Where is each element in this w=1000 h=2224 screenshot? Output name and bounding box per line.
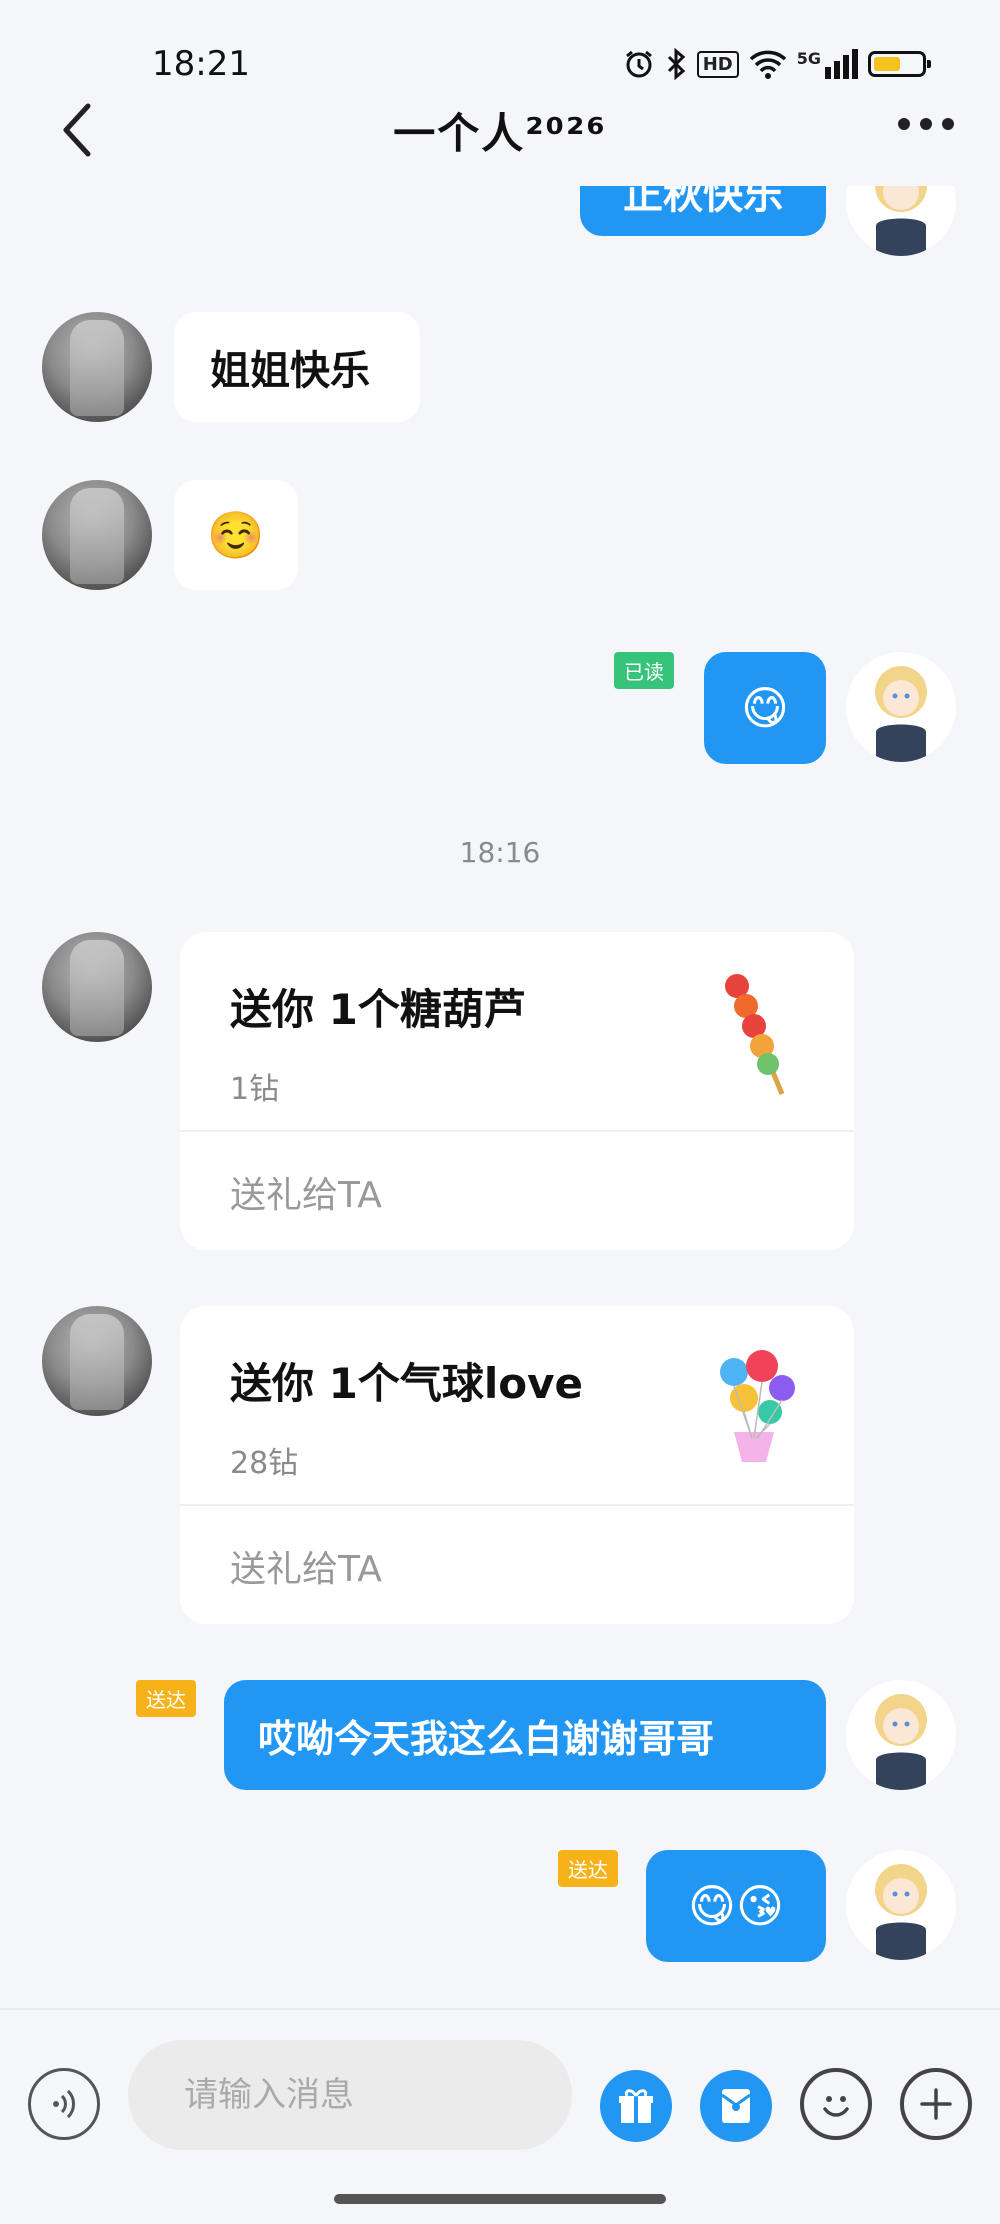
signal-5g-icon: 5G: [797, 49, 858, 79]
message-emoji: 😋: [741, 681, 789, 735]
contact-avatar[interactable]: [42, 932, 152, 1042]
gift-title: 送你 1个糖葫芦: [230, 985, 526, 1034]
delivered-status-badge: 送达: [558, 1850, 618, 1887]
contact-avatar[interactable]: [42, 312, 152, 422]
gift-price: 28钻: [230, 1446, 299, 1481]
my-avatar[interactable]: [846, 186, 956, 256]
status-time: 18:21: [152, 44, 250, 84]
voice-icon: [53, 2089, 75, 2119]
wifi-icon: [749, 50, 786, 79]
alarm-icon: [625, 50, 652, 78]
message-bubble-incoming[interactable]: 姐姐快乐: [174, 312, 420, 422]
read-status-badge: 已读: [614, 652, 674, 689]
my-avatar[interactable]: [846, 652, 956, 762]
emoji-button[interactable]: [800, 2068, 872, 2140]
input-bar: [0, 2008, 1000, 2224]
gift-price: 1钻: [230, 1072, 280, 1107]
gift-icon: [619, 2089, 653, 2123]
message-bubble-outgoing[interactable]: 哎呦今天我这么白谢谢哥哥: [224, 1680, 826, 1790]
gift-card[interactable]: 送你 1个气球love 28钻 送礼给TA: [180, 1306, 854, 1624]
my-avatar[interactable]: [846, 1850, 956, 1960]
message-bubble-outgoing[interactable]: 😋: [704, 652, 826, 764]
message-list[interactable]: 正秋快乐 姐姐快乐 ☺️ 已读 😋 18:16 送你 1个糖葫芦 1钻 送礼给T…: [0, 186, 1000, 2008]
contact-avatar[interactable]: [42, 1306, 152, 1416]
gift-title: 送你 1个气球love: [230, 1359, 583, 1408]
message-text: 正秋快乐: [623, 186, 783, 218]
red-packet-button[interactable]: [700, 2070, 772, 2142]
send-gift-button[interactable]: 送礼给TA: [230, 1166, 382, 1218]
message-text: 哎呦今天我这么白谢谢哥哥: [258, 1716, 715, 1761]
candied-haws-icon: [725, 974, 785, 1095]
gift-divider: [180, 1130, 854, 1132]
emoji-icon: [823, 2096, 849, 2117]
message-text: 姐姐快乐: [210, 348, 370, 394]
battery-icon: [868, 51, 931, 77]
gift-divider: [180, 1504, 854, 1506]
voice-button[interactable]: [28, 2068, 100, 2140]
more-actions-button[interactable]: [900, 2068, 972, 2140]
gift-card[interactable]: 送你 1个糖葫芦 1钻 送礼给TA: [180, 932, 854, 1250]
delivered-status-badge: 送达: [136, 1680, 196, 1717]
message-emoji: 😋😘: [688, 1879, 784, 1933]
message-emoji: ☺️: [207, 507, 265, 562]
plus-icon: [920, 2088, 952, 2120]
contact-avatar[interactable]: [42, 480, 152, 590]
status-bar: 18:21 HD 5G: [0, 0, 1000, 100]
status-icons: HD 5G: [623, 44, 931, 84]
hd-icon: HD: [696, 50, 739, 78]
balloon-love-icon: [720, 1350, 795, 1462]
send-gift-button[interactable]: 送礼给TA: [230, 1540, 382, 1592]
message-bubble-incoming[interactable]: ☺️: [174, 480, 298, 590]
bluetooth-icon: [667, 48, 685, 80]
message-timestamp: 18:16: [459, 836, 541, 869]
more-options-button[interactable]: [898, 118, 954, 130]
gift-button[interactable]: [600, 2070, 672, 2142]
my-avatar[interactable]: [846, 1680, 956, 1790]
message-bubble-outgoing[interactable]: 😋😘: [646, 1850, 826, 1962]
chat-title: 一个人²⁰²⁶: [393, 109, 607, 158]
home-indicator: [334, 2194, 666, 2204]
red-packet-icon: [721, 2089, 751, 2123]
network-label: 5G: [796, 49, 821, 68]
message-input[interactable]: [128, 2040, 572, 2150]
message-bubble-outgoing[interactable]: 正秋快乐: [580, 186, 826, 236]
